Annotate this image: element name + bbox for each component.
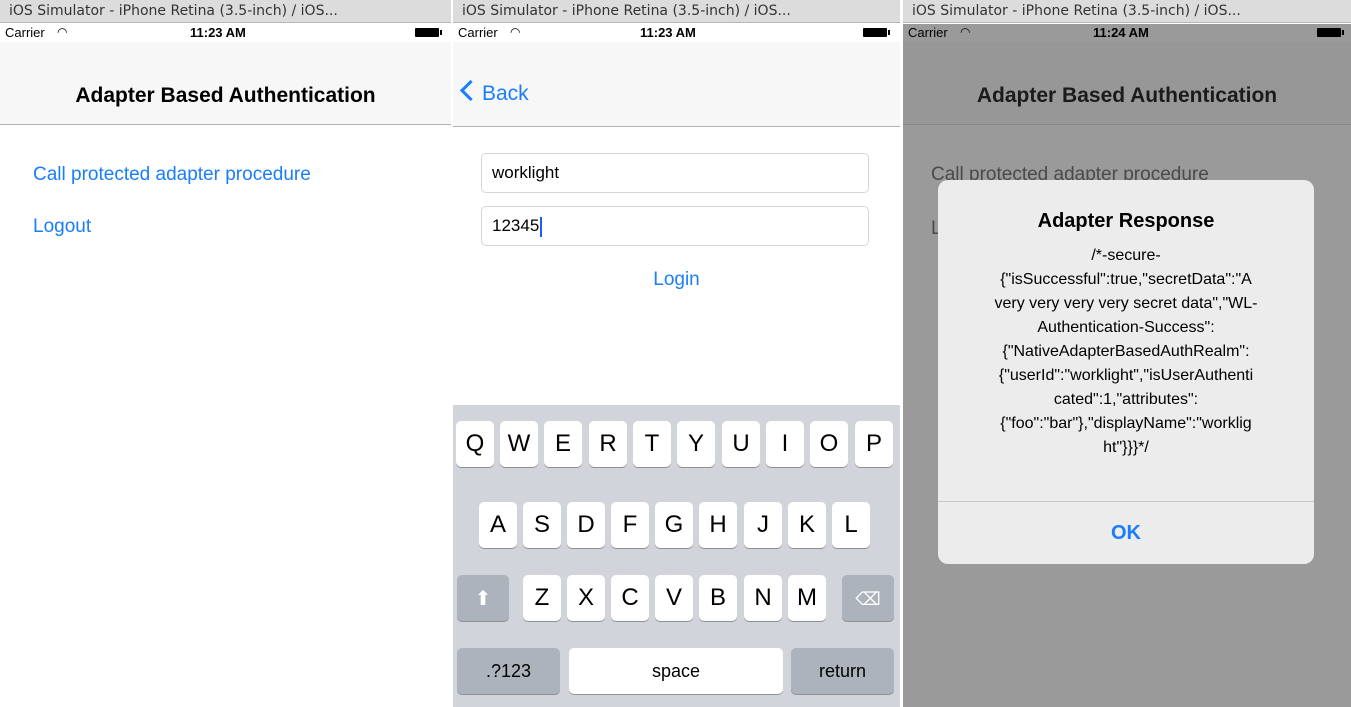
alert-message-line: ht"}}}*/	[1103, 439, 1149, 456]
window-titlebar: iOS Simulator - iPhone Retina (3.5-inch)…	[453, 0, 900, 23]
key-r[interactable]: R	[589, 421, 627, 467]
shift-arrow-icon: ⬆	[474, 588, 492, 610]
alert-title: Adapter Response	[1037, 210, 1215, 232]
text-caret	[540, 216, 543, 237]
alert-message-line: Authentication-Success":	[1037, 319, 1215, 336]
status-bar: Carrier ◠ 11:23 AM	[453, 24, 900, 42]
back-label: Back	[482, 82, 529, 105]
key-q[interactable]: Q	[456, 421, 494, 467]
chevron-left-icon	[459, 79, 482, 102]
carrier-label: Carrier	[458, 25, 498, 40]
status-time: 11:23 AM	[190, 25, 246, 40]
alert-message-line: very very very very secret data","WL-	[994, 295, 1258, 312]
carrier-label: Carrier	[5, 25, 45, 40]
key-k[interactable]: K	[788, 502, 826, 548]
key-g[interactable]: G	[655, 502, 693, 548]
alert-message-line: {"NativeAdapterBasedAuthRealm":	[1002, 343, 1250, 360]
password-field[interactable]: 12345	[481, 206, 869, 246]
key-i[interactable]: I	[766, 421, 804, 467]
key-h[interactable]: H	[699, 502, 737, 548]
return-key[interactable]: return	[791, 648, 894, 694]
nav-title: Adapter Based Authentication	[75, 84, 376, 107]
status-bar: Carrier ◠ 11:24 AM	[903, 24, 1351, 42]
battery-icon	[863, 28, 890, 37]
password-value: 12345	[492, 216, 540, 235]
simulator-window-3: iOS Simulator - iPhone Retina (3.5-inch)…	[903, 0, 1351, 707]
alert-message-line: {"foo":"bar"},"displayName":"worklig	[1000, 415, 1252, 432]
battery-icon	[1317, 28, 1344, 37]
battery-icon	[415, 28, 442, 37]
wifi-icon: ◠	[960, 25, 971, 39]
space-key[interactable]: space	[569, 648, 783, 694]
alert-message-line: cated":1,"attributes":	[1053, 391, 1199, 408]
status-time: 11:24 AM	[1093, 25, 1149, 40]
key-l[interactable]: L	[832, 502, 870, 548]
key-w[interactable]: W	[500, 421, 538, 467]
alert-message-line: /*-secure-	[1091, 247, 1161, 264]
back-button[interactable]: Back	[459, 79, 529, 106]
carrier-label: Carrier	[908, 25, 948, 40]
key-t[interactable]: T	[633, 421, 671, 467]
key-d[interactable]: D	[567, 502, 605, 548]
status-bar: Carrier ◠ 11:23 AM	[0, 24, 451, 42]
key-a[interactable]: A	[479, 502, 517, 548]
alert-dialog: Adapter Response /*-secure- {"isSuccessf…	[938, 180, 1314, 564]
key-y[interactable]: Y	[677, 421, 715, 467]
username-field[interactable]: worklight	[481, 153, 869, 193]
login-button[interactable]: Login	[453, 269, 900, 291]
key-o[interactable]: O	[810, 421, 848, 467]
key-s[interactable]: S	[523, 502, 561, 548]
alert-message-line: {"userId":"worklight","isUserAuthenti	[998, 367, 1254, 384]
status-time: 11:23 AM	[640, 25, 696, 40]
key-e[interactable]: E	[544, 421, 582, 467]
key-v[interactable]: V	[655, 575, 693, 621]
key-n[interactable]: N	[744, 575, 782, 621]
key-u[interactable]: U	[722, 421, 760, 467]
backspace-icon: ⌫	[855, 589, 881, 609]
logout-link[interactable]: Logout	[33, 216, 91, 238]
alert-message: /*-secure- {"isSuccessful":true,"secretD…	[952, 244, 1300, 460]
nav-title: Adapter Based Authentication	[976, 84, 1278, 107]
key-x[interactable]: X	[567, 575, 605, 621]
navigation-bar: Adapter Based Authentication	[0, 42, 451, 125]
onscreen-keyboard: Q W E R T Y U I O P A S D F G H J K L ⬆ …	[453, 405, 900, 707]
key-z[interactable]: Z	[523, 575, 561, 621]
key-f[interactable]: F	[611, 502, 649, 548]
shift-key[interactable]: ⬆	[457, 575, 509, 621]
window-titlebar: iOS Simulator - iPhone Retina (3.5-inch)…	[903, 0, 1351, 23]
key-b[interactable]: B	[699, 575, 737, 621]
key-c[interactable]: C	[611, 575, 649, 621]
call-protected-procedure-link[interactable]: Call protected adapter procedure	[33, 164, 311, 186]
username-value: worklight	[492, 163, 560, 182]
key-j[interactable]: J	[744, 502, 782, 548]
delete-key[interactable]: ⌫	[842, 575, 894, 621]
alert-message-line: {"isSuccessful":true,"secretData":"A	[1000, 271, 1252, 288]
window-titlebar: iOS Simulator - iPhone Retina (3.5-inch)…	[0, 0, 451, 23]
key-p[interactable]: P	[855, 421, 893, 467]
wifi-icon: ◠	[57, 25, 68, 39]
numbers-key[interactable]: .?123	[457, 648, 560, 694]
wifi-icon: ◠	[510, 25, 521, 39]
navigation-bar: Back	[453, 42, 900, 127]
key-m[interactable]: M	[788, 575, 826, 621]
navigation-bar: Adapter Based Authentication	[903, 42, 1351, 125]
simulator-window-1: iOS Simulator - iPhone Retina (3.5-inch)…	[0, 0, 451, 707]
ok-button[interactable]: OK	[938, 502, 1314, 564]
simulator-window-2: iOS Simulator - iPhone Retina (3.5-inch)…	[453, 0, 900, 707]
